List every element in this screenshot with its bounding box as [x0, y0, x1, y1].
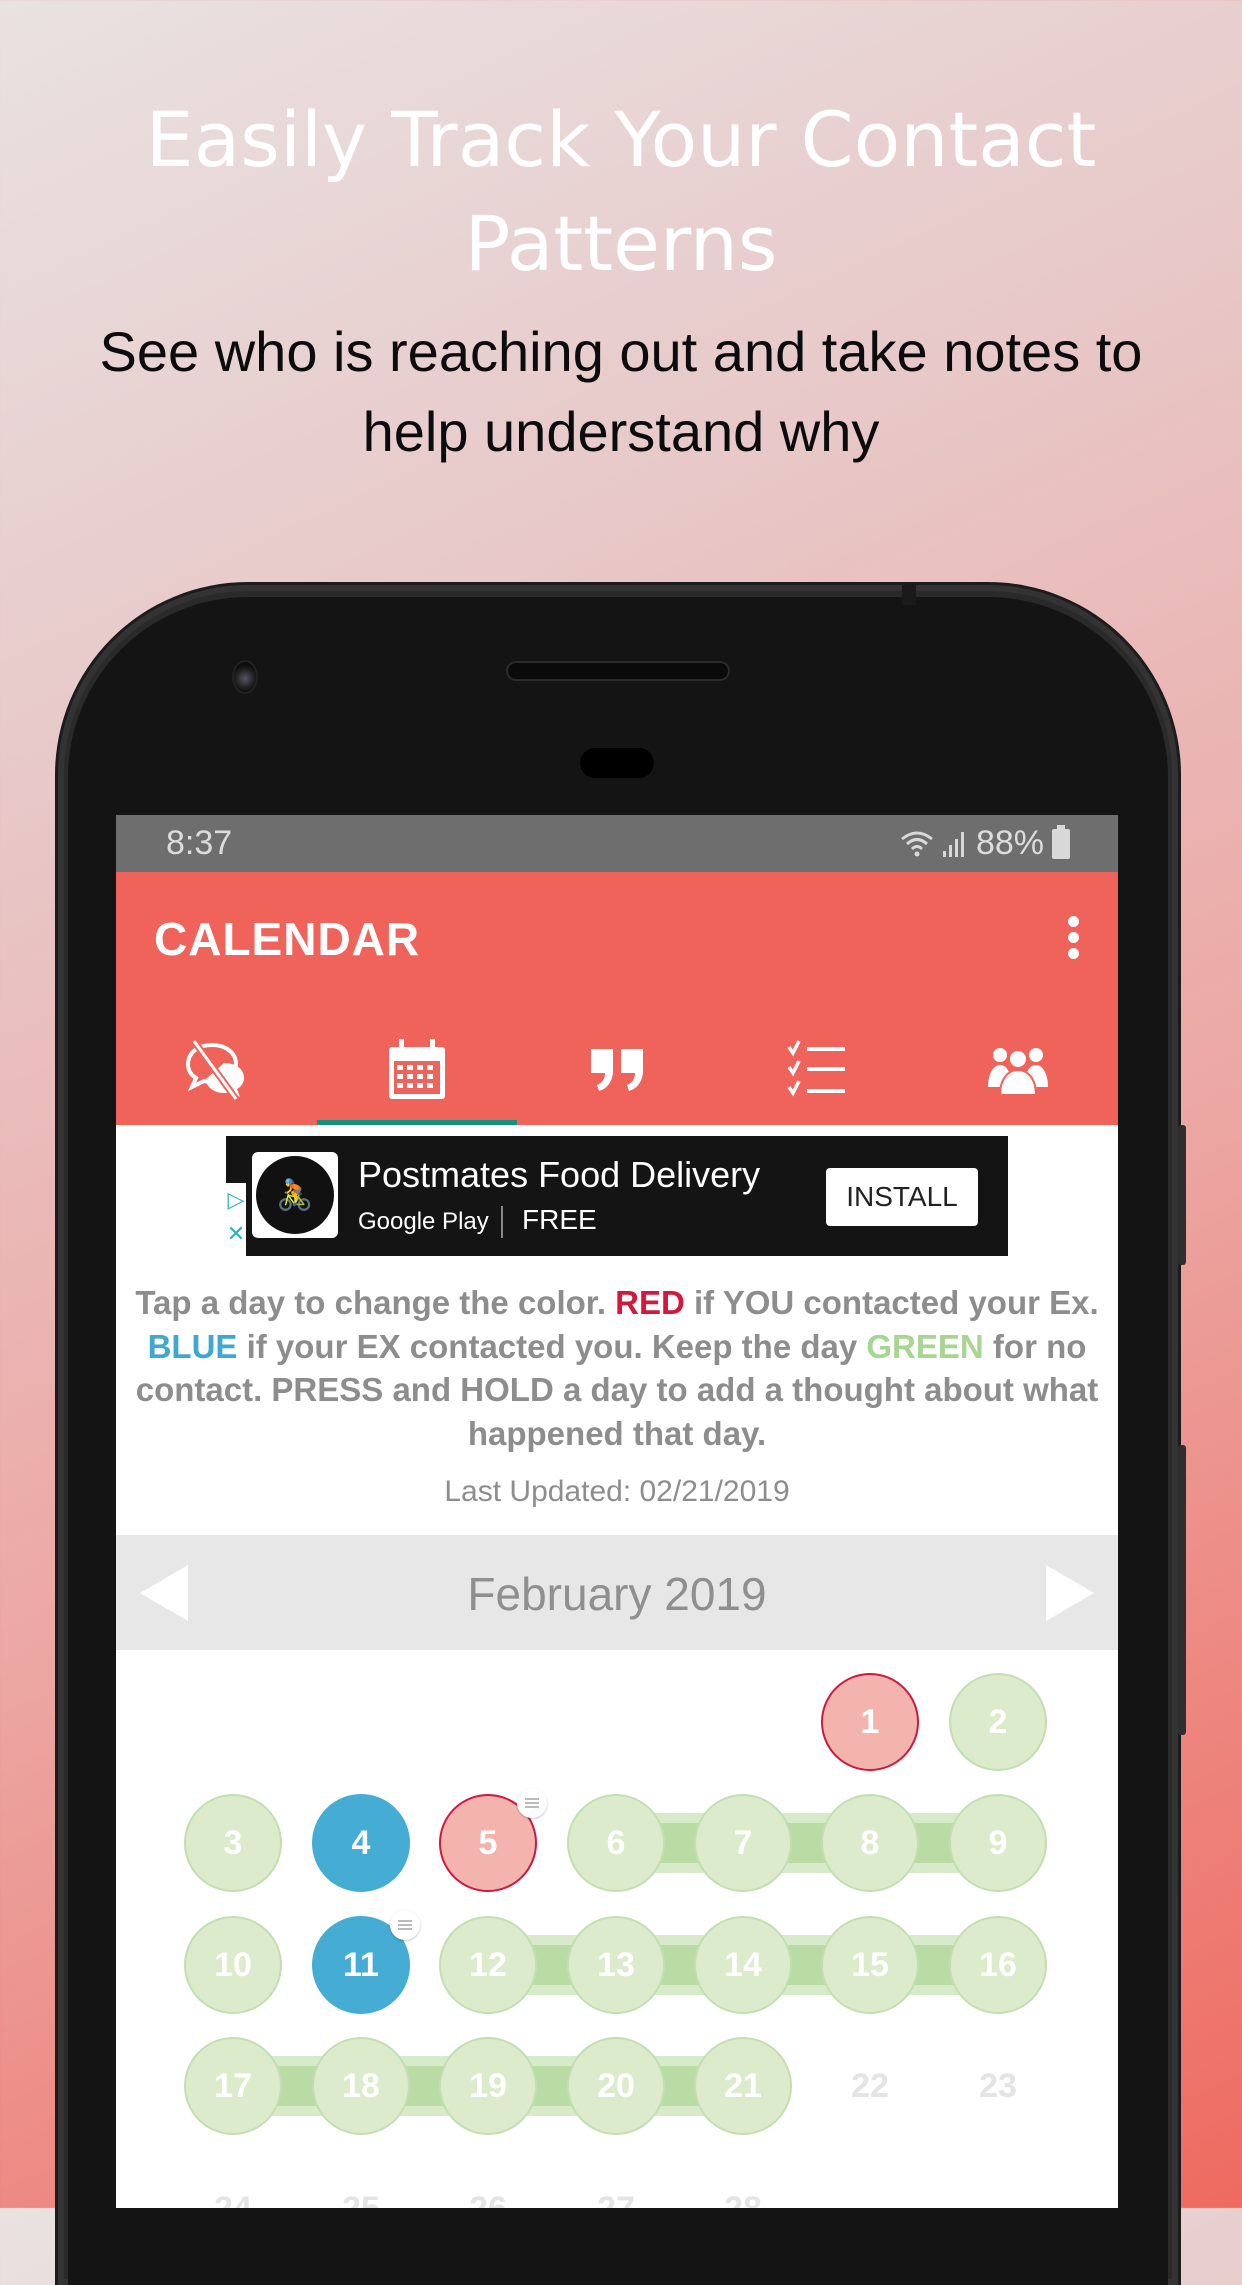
proximity-sensor: [580, 748, 654, 778]
group-icon: [987, 1047, 1048, 1096]
promo-headline-line: Easily Track Your Contact: [145, 95, 1097, 184]
phone-screen: 8:37 88% CALENDAR ▷ ✕ 🚴 Postmates Food D…: [116, 815, 1118, 2208]
tab-contacts[interactable]: [918, 1012, 1118, 1125]
phone-power-button: [1178, 1445, 1186, 1735]
quote-icon: [591, 1048, 644, 1091]
calendar-grid: 1234567891011121314151617181920212223242…: [116, 1650, 1118, 2208]
promo-subline: See who is reaching out and take notes t…: [0, 312, 1242, 472]
note-indicator-icon: [517, 1788, 547, 1818]
status-icons: 88%: [900, 824, 1070, 863]
calendar-day-27[interactable]: 27: [567, 2160, 665, 2209]
checklist-icon: [787, 1039, 846, 1096]
bicycle-courier-icon: 🚴: [256, 1156, 334, 1234]
instructions-part: if YOU contacted your Ex.: [684, 1284, 1099, 1321]
calendar-day-7[interactable]: 7: [694, 1794, 792, 1892]
ad-title: Postmates Food Delivery: [358, 1154, 761, 1195]
tab-bar: [116, 1012, 1118, 1125]
instructions-part: if your EX contacted you. Keep the day: [237, 1327, 867, 1365]
calendar-day-3[interactable]: 3: [184, 1794, 282, 1892]
calendar-icon: [388, 1038, 445, 1099]
calendar-day-28[interactable]: 28: [694, 2160, 792, 2209]
calendar-day-10[interactable]: 10: [184, 1916, 282, 2014]
tab-checklist[interactable]: [717, 1012, 917, 1125]
tab-calendar[interactable]: [316, 1012, 518, 1125]
calendar-day-26[interactable]: 26: [439, 2160, 537, 2209]
calendar-day-6[interactable]: 6: [567, 1794, 665, 1892]
earpiece-speaker: [506, 661, 730, 681]
keyword-red: RED: [615, 1284, 685, 1321]
instructions-part: Tap a day to change the color.: [135, 1284, 616, 1321]
calendar-day-25[interactable]: 25: [312, 2160, 410, 2209]
tab-no-contact[interactable]: [116, 1012, 316, 1125]
calendar-day-19[interactable]: 19: [439, 2037, 537, 2135]
tab-quotes[interactable]: [517, 1012, 717, 1125]
calendar-day-4[interactable]: 4: [312, 1794, 410, 1892]
app-bar: CALENDAR: [116, 872, 1118, 1125]
promo-subline-line: help understand why: [362, 400, 880, 463]
calendar-day-8[interactable]: 8: [821, 1794, 919, 1892]
promo-headline: Easily Track Your Contact Patterns: [0, 88, 1242, 296]
calendar-day-22[interactable]: 22: [821, 2037, 919, 2135]
month-label: February 2019: [467, 1568, 767, 1620]
keyword-blue: BLUE: [147, 1327, 238, 1365]
promo-headline-line: Patterns: [464, 199, 778, 288]
calendar-day-17[interactable]: 17: [184, 2037, 282, 2135]
signal-icon: [942, 831, 964, 857]
status-time: 8:37: [166, 824, 233, 862]
phone-antenna-line: [902, 585, 916, 605]
calendar-day-1[interactable]: 1: [821, 1673, 919, 1771]
ad-store: Google Play: [358, 1208, 489, 1235]
calendar-day-18[interactable]: 18: [312, 2037, 410, 2135]
month-navigator: February 2019: [116, 1535, 1118, 1650]
calendar-day-20[interactable]: 20: [567, 2037, 665, 2135]
ad-price: FREE: [522, 1204, 597, 1235]
no-contact-chat-icon: [186, 1038, 245, 1101]
promo-subline-line: See who is reaching out and take notes t…: [99, 320, 1143, 383]
calendar-day-13[interactable]: 13: [567, 1916, 665, 2014]
ad-app-logo: 🚴: [252, 1152, 338, 1238]
instructions-text: Tap a day to change the color. RED if YO…: [134, 1281, 1100, 1455]
calendar-day-24[interactable]: 24: [184, 2160, 282, 2209]
page-title: CALENDAR: [154, 913, 421, 965]
note-indicator-icon: [390, 1910, 420, 1940]
phone-volume-button: [1178, 1125, 1186, 1265]
calendar-day-23[interactable]: 23: [949, 2037, 1047, 2135]
last-updated: Last Updated: 02/21/2019: [444, 1475, 790, 1508]
calendar-day-2[interactable]: 2: [949, 1673, 1047, 1771]
calendar-day-21[interactable]: 21: [694, 2037, 792, 2135]
ad-install-button[interactable]: INSTALL: [826, 1168, 978, 1226]
overflow-menu-icon[interactable]: [1068, 916, 1080, 960]
battery-percentage: 88%: [975, 824, 1044, 862]
calendar-day-14[interactable]: 14: [694, 1916, 792, 2014]
ad-banner[interactable]: ▷ ✕ 🚴 Postmates Food Delivery Google Play…: [226, 1136, 1008, 1256]
ad-choices-icon[interactable]: ▷ ✕: [226, 1183, 246, 1256]
front-camera: [232, 660, 258, 694]
next-month-arrow-icon[interactable]: [1046, 1565, 1094, 1621]
calendar-day-15[interactable]: 15: [821, 1916, 919, 2014]
calendar-day-16[interactable]: 16: [949, 1916, 1047, 2014]
keyword-green: GREEN: [866, 1327, 984, 1365]
battery-icon: [1052, 824, 1070, 859]
calendar-day-12[interactable]: 12: [439, 1916, 537, 2014]
ad-divider: [501, 1206, 503, 1238]
calendar-day-9[interactable]: 9: [949, 1794, 1047, 1892]
status-bar: 8:37 88%: [116, 815, 1118, 872]
wifi-icon: [901, 831, 933, 856]
